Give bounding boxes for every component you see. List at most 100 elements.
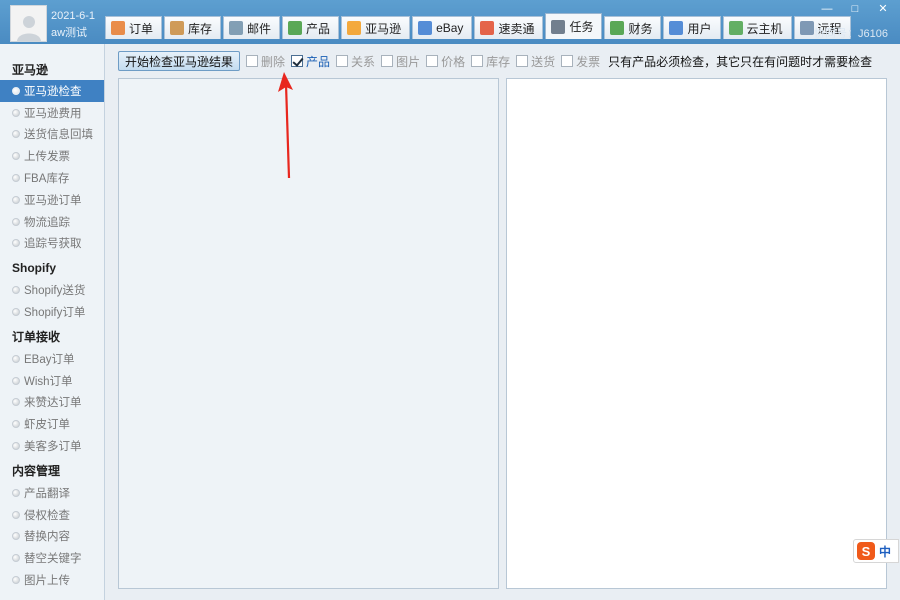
option-label: 关系 bbox=[351, 54, 376, 69]
maximize-button[interactable]: □ bbox=[848, 3, 862, 15]
checkbox-icon[interactable] bbox=[471, 55, 484, 67]
main-tabs: 订单 库存 邮件 产品 亚马逊 eBay 速卖通 任务 财务 用户 云主机 远程 bbox=[105, 13, 853, 39]
user-silhouette-icon bbox=[16, 16, 41, 41]
tab-label: 用户 bbox=[687, 21, 712, 36]
sidebar-item-label: 替换内容 bbox=[24, 531, 70, 544]
bullet-icon bbox=[12, 195, 20, 204]
option-checkbox[interactable]: 删除 bbox=[246, 53, 285, 70]
checkbox-icon[interactable] bbox=[516, 55, 529, 67]
sidebar-item[interactable]: 上传发票 bbox=[0, 145, 104, 167]
user-date: 2021-6-1 bbox=[51, 10, 96, 22]
sidebar-item-label: Shopify送货 bbox=[24, 285, 86, 298]
option-checkbox[interactable]: 送货 bbox=[516, 53, 555, 70]
bullet-icon bbox=[12, 86, 20, 95]
sidebar: 亚马逊亚马逊检查亚马逊费用送货信息回填 上传发票 FBA库存 亚马逊订单 物流追踪 追踪号… bbox=[0, 44, 105, 600]
check-options: 删除 产品 关系 图片 价格 库存 送货 发票 bbox=[240, 53, 600, 70]
avatar[interactable] bbox=[10, 5, 47, 42]
tab-inventory-box[interactable]: 库存 bbox=[164, 16, 222, 39]
sidebar-item[interactable]: 来赞达订单 bbox=[0, 392, 104, 414]
sidebar-item[interactable]: 亚马逊费用 bbox=[0, 102, 104, 124]
sidebar-item[interactable]: Shopify送货 bbox=[0, 279, 104, 301]
sidebar-item-label: 产品翻译 bbox=[24, 487, 70, 500]
sidebar-item-label: EBay订单 bbox=[24, 353, 75, 366]
checkbox-icon[interactable] bbox=[381, 55, 394, 67]
option-checkbox[interactable]: 价格 bbox=[426, 53, 465, 70]
checkbox-icon[interactable] bbox=[426, 55, 439, 67]
option-checkbox[interactable]: 图片 bbox=[381, 53, 420, 70]
sidebar-section-title: Shopify bbox=[12, 261, 56, 276]
sidebar-item-label: 上传发票 bbox=[24, 151, 70, 164]
sidebar-item[interactable]: 虾皮订单 bbox=[0, 413, 104, 435]
mail-icon bbox=[229, 21, 244, 35]
sidebar-item[interactable]: FBA库存 bbox=[0, 167, 104, 189]
tab-label: 库存 bbox=[188, 21, 213, 36]
tab-label: 邮件 bbox=[247, 21, 272, 36]
sidebar-item[interactable]: 亚马逊检查 bbox=[0, 80, 104, 102]
close-button[interactable]: ✕ bbox=[876, 3, 890, 15]
tab-user[interactable]: 用户 bbox=[663, 16, 721, 39]
assist-id: 协同号：J6106 bbox=[814, 28, 888, 40]
bullet-icon bbox=[12, 420, 20, 429]
tab-aliexpress[interactable]: 速卖通 bbox=[474, 16, 544, 39]
option-checkbox[interactable]: 发票 bbox=[561, 53, 600, 70]
sidebar-item[interactable]: 替空关键字 bbox=[0, 547, 104, 569]
ime-language: 中 bbox=[879, 544, 892, 559]
tab-task[interactable]: 任务 bbox=[545, 13, 603, 39]
sidebar-item[interactable]: 美客多订单 bbox=[0, 435, 104, 457]
bullet-icon bbox=[12, 308, 20, 317]
sidebar-section-title: 订单接收 bbox=[12, 330, 61, 345]
tab-amazon[interactable]: 亚马逊 bbox=[341, 16, 411, 39]
sidebar-item-label: 送货信息回填 bbox=[24, 129, 93, 142]
cloud-globe-icon bbox=[728, 21, 743, 35]
checkbox-icon[interactable] bbox=[336, 55, 349, 67]
sidebar-item[interactable]: 物流追踪 bbox=[0, 211, 104, 233]
bullet-icon bbox=[12, 286, 20, 295]
sidebar-item[interactable]: Shopify订单 bbox=[0, 301, 104, 323]
sidebar-item-label: 美客多订单 bbox=[24, 441, 82, 454]
tab-mail[interactable]: 邮件 bbox=[223, 16, 281, 39]
option-label: 发票 bbox=[576, 54, 601, 69]
sidebar-item[interactable]: Wish订单 bbox=[0, 370, 104, 392]
bullet-icon bbox=[12, 554, 20, 563]
start-check-button[interactable]: 开始检查亚马逊结果 bbox=[118, 51, 241, 71]
user-icon bbox=[669, 21, 684, 35]
result-detail-panel[interactable] bbox=[506, 78, 887, 589]
sidebar-item[interactable]: 侵权检查 bbox=[0, 504, 104, 526]
amazon-icon bbox=[347, 21, 362, 35]
sidebar-item[interactable]: 替换内容 bbox=[0, 526, 104, 548]
ime-indicator[interactable]: S 中 bbox=[853, 539, 899, 563]
option-checkbox[interactable]: 产品 bbox=[291, 53, 330, 70]
check-note: 只有产品必须检查，其它只在有问题时才需要检查 bbox=[608, 54, 873, 69]
option-checkbox[interactable]: 关系 bbox=[336, 53, 375, 70]
sidebar-item-label: 亚马逊费用 bbox=[24, 107, 82, 120]
minimize-button[interactable]: — bbox=[820, 3, 834, 15]
sidebar-item[interactable]: 亚马逊订单 bbox=[0, 189, 104, 211]
sidebar-item[interactable]: 追踪号获取 bbox=[0, 233, 104, 255]
sidebar-item[interactable]: 产品翻译 bbox=[0, 482, 104, 504]
window-controls: — □ ✕ bbox=[820, 3, 890, 15]
title-bar: 2021-6-1 aw测试 订单 库存 邮件 产品 亚马逊 eBay 速卖通 任务 财务 用户 云主… bbox=[0, 0, 900, 44]
tab-label: 产品 bbox=[306, 21, 331, 36]
tab-label: eBay bbox=[436, 21, 464, 35]
sidebar-item[interactable]: EBay订单 bbox=[0, 348, 104, 370]
sidebar-item[interactable]: 送货信息回填 bbox=[0, 124, 104, 146]
tab-label: 财务 bbox=[628, 21, 653, 36]
option-label: 库存 bbox=[486, 54, 511, 69]
bullet-icon bbox=[12, 152, 20, 161]
tab-ebay-bag[interactable]: eBay bbox=[412, 16, 473, 39]
checkbox-icon[interactable] bbox=[246, 55, 259, 67]
sidebar-item[interactable]: 图片上传 bbox=[0, 569, 104, 591]
checkbox-icon[interactable] bbox=[561, 55, 574, 67]
tab-order[interactable]: 订单 bbox=[105, 16, 163, 39]
tab-product-grid[interactable]: 产品 bbox=[282, 16, 340, 39]
checkbox-checked-icon[interactable] bbox=[291, 55, 304, 67]
bullet-icon bbox=[12, 354, 20, 363]
task-icon bbox=[551, 19, 566, 34]
bullet-icon bbox=[12, 576, 20, 585]
bullet-icon bbox=[12, 239, 20, 248]
tab-cloud-globe[interactable]: 云主机 bbox=[722, 16, 792, 39]
sidebar-section-title: 亚马逊 bbox=[12, 62, 49, 77]
tab-money[interactable]: 财务 bbox=[604, 16, 662, 39]
option-checkbox[interactable]: 库存 bbox=[471, 53, 510, 70]
remote-monitor-icon bbox=[799, 21, 814, 35]
